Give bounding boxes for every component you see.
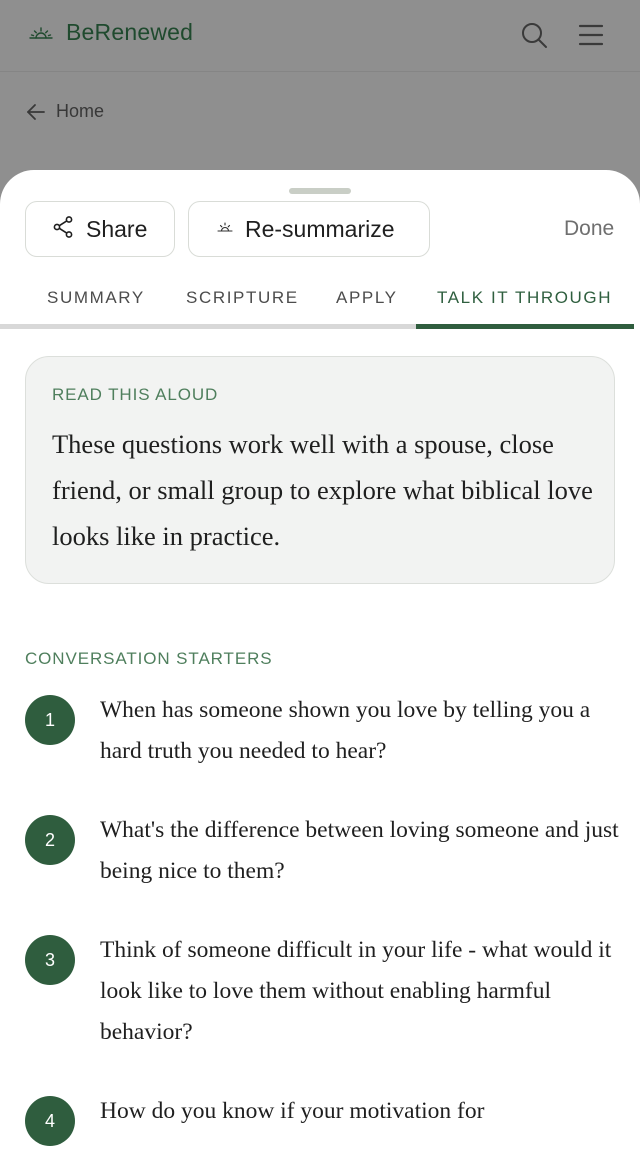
brand[interactable]: BeRenewed — [28, 19, 193, 46]
tab-talk-it-through[interactable]: TALK IT THROUGH — [437, 288, 612, 308]
sunrise-icon — [217, 220, 233, 238]
sunrise-icon — [28, 25, 54, 41]
starter-text: Think of someone difficult in your life … — [100, 937, 612, 1045]
share-button[interactable]: Share — [25, 201, 175, 257]
read-aloud-card: READ THIS ALOUD These questions work wel… — [25, 356, 615, 584]
share-button-label: Share — [86, 215, 148, 242]
tab-scripture[interactable]: SCRIPTURE — [186, 288, 299, 308]
brand-name: BeRenewed — [66, 19, 194, 45]
tab-summary[interactable]: SUMMARY — [47, 288, 145, 308]
share-icon — [52, 215, 74, 244]
search-icon[interactable] — [520, 21, 548, 49]
resummarize-button-label: Re-summarize — [245, 215, 395, 242]
back-link-label: Home — [56, 101, 105, 121]
hamburger-menu-icon[interactable] — [578, 21, 604, 49]
bottom-sheet: Share Re-summarize Done SUMMARY SCRIPTUR… — [0, 170, 640, 1152]
tab-apply[interactable]: APPLY — [336, 288, 398, 308]
starter-text: What's the difference between loving som… — [100, 817, 619, 884]
sheet-grabber[interactable] — [289, 188, 351, 194]
read-aloud-label: READ THIS ALOUD — [52, 385, 219, 404]
starter-number-badge: 3 — [25, 935, 75, 985]
starter-text: How do you know if your motivation for — [100, 1098, 485, 1124]
done-button[interactable]: Done — [564, 217, 614, 241]
read-aloud-text: These questions work well with a spouse,… — [52, 429, 593, 551]
starter-number-badge: 4 — [25, 1096, 75, 1146]
back-link[interactable]: Home — [26, 101, 104, 122]
starter-number-badge: 2 — [25, 815, 75, 865]
app-header: BeRenewed — [0, 0, 640, 72]
arrow-left-icon — [26, 102, 46, 122]
active-tab-indicator — [416, 324, 634, 329]
conversation-starters-heading: CONVERSATION STARTERS — [25, 649, 273, 668]
starter-text: When has someone shown you love by telli… — [100, 697, 591, 764]
resummarize-button[interactable]: Re-summarize — [188, 201, 430, 257]
tab-bar: SUMMARY SCRIPTURE APPLY TALK IT THROUGH — [0, 278, 640, 330]
starter-number-badge: 1 — [25, 695, 75, 745]
